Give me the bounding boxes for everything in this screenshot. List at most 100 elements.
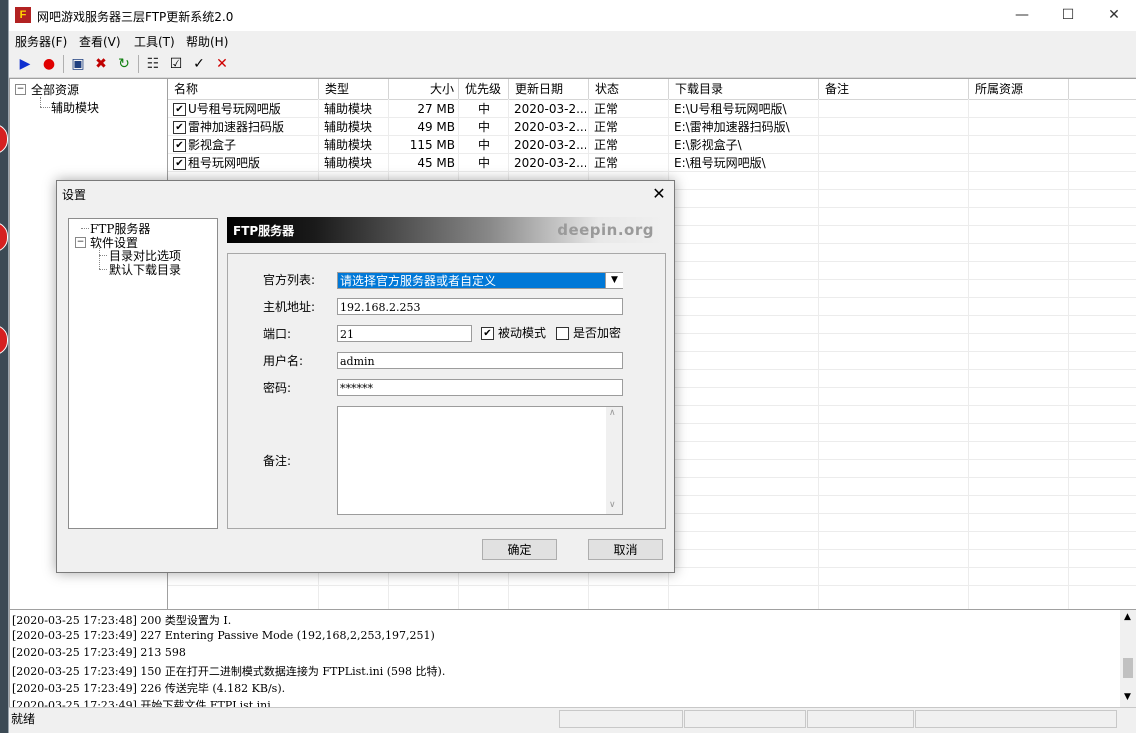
status-pane <box>559 710 683 728</box>
settings-tree[interactable]: FTP服务器 − 软件设置 目录对比选项 默认下载目录 <box>68 218 218 529</box>
column-header-name[interactable]: 名称 <box>168 79 319 99</box>
ok-button[interactable]: 确定 <box>482 539 557 560</box>
row-checkbox[interactable]: ✔ <box>173 157 186 170</box>
tree-collapse-icon[interactable]: − <box>15 84 26 95</box>
deepin-logo: deepin.org <box>557 221 654 239</box>
scrollbar-thumb[interactable] <box>1123 658 1133 678</box>
menu-tools[interactable]: 工具(T) <box>134 33 175 50</box>
scroll-down-arrow-icon[interactable]: ∨ <box>609 500 616 510</box>
cell-status: 正常 <box>594 120 619 134</box>
row-checkbox[interactable]: ✔ <box>173 139 186 152</box>
cell-name[interactable]: 租号玩网吧版 <box>188 154 316 172</box>
dialog-title: 设置 <box>62 188 87 202</box>
row-checkbox[interactable]: ✔ <box>173 103 186 116</box>
encrypt-label: 是否加密 <box>573 326 622 340</box>
username-field[interactable]: admin <box>337 352 623 369</box>
tree-collapse-icon[interactable]: − <box>75 237 86 248</box>
column-header-type[interactable]: 类型 <box>319 79 389 99</box>
tree-root-all-resources[interactable]: 全部资源 <box>31 81 79 98</box>
checklist-icon[interactable]: ✓ <box>190 55 208 73</box>
cell-date: 2020-03-2... <box>514 102 586 116</box>
cell-size: 115 MB <box>409 138 455 152</box>
maximize-button[interactable]: ☐ <box>1045 0 1091 31</box>
column-header-status[interactable]: 状态 <box>589 79 669 99</box>
play-icon[interactable]: ▶ <box>16 55 34 73</box>
close-button[interactable]: ✕ <box>1091 0 1137 31</box>
tree-connector <box>40 107 50 108</box>
row-checkbox[interactable]: ✔ <box>173 121 186 134</box>
log-scrollbar[interactable]: ▲ ▼ <box>1120 610 1137 707</box>
status-pane <box>807 710 914 728</box>
cell-priority: 中 <box>477 156 490 170</box>
password-field[interactable]: ****** <box>337 379 623 396</box>
status-pane <box>915 710 1117 728</box>
properties-icon[interactable]: ☷ <box>144 55 162 73</box>
grid-line <box>818 99 819 609</box>
grid-line <box>168 585 1138 586</box>
menu-help[interactable]: 帮助(H) <box>186 33 228 50</box>
note-textarea[interactable] <box>337 406 623 515</box>
refresh-icon[interactable]: ↻ <box>115 55 133 73</box>
tree-connector <box>99 248 100 269</box>
desktop-app-badge <box>0 222 8 252</box>
column-header-size[interactable]: 大小 <box>389 79 459 99</box>
disconnect-icon[interactable]: ✖ <box>92 55 110 73</box>
banner-title: FTP服务器 <box>233 224 295 238</box>
note-label: 备注: <box>263 454 292 468</box>
delete-icon[interactable]: ✕ <box>213 55 231 73</box>
cell-name[interactable]: 雷神加速器扫码版 <box>188 118 316 136</box>
cell-size: 49 MB <box>417 120 455 134</box>
official-list-select[interactable]: 请选择官方服务器或者自定义 <box>337 272 623 289</box>
check-icon[interactable]: ☑ <box>167 55 185 73</box>
menu-view[interactable]: 查看(V) <box>79 33 121 50</box>
cell-date: 2020-03-2... <box>514 138 586 152</box>
server-icon[interactable]: ▣ <box>69 55 87 73</box>
cell-note <box>824 136 966 154</box>
note-scrollbar[interactable]: ∧ ∨ <box>606 407 622 514</box>
tree-connector <box>81 228 89 229</box>
password-label: 密码: <box>263 381 292 395</box>
grid-line <box>968 99 969 609</box>
column-header-download-dir[interactable]: 下载目录 <box>669 79 819 99</box>
status-bar: 就绪 <box>9 707 1137 728</box>
cancel-button[interactable]: 取消 <box>588 539 663 560</box>
ftp-server-form: 官方列表: 请选择官方服务器或者自定义 ▼ 主机地址: 192.168.2.25… <box>227 253 666 529</box>
menu-bar: 服务器(F) 查看(V) 工具(T) 帮助(H) <box>9 31 1137 51</box>
log-line: [2020-03-25 17:23:49] 213 598 <box>12 646 186 659</box>
column-header-date[interactable]: 更新日期 <box>509 79 589 99</box>
minimize-button[interactable]: — <box>999 0 1045 31</box>
column-header-note[interactable]: 备注 <box>819 79 969 99</box>
log-line: [2020-03-25 17:23:49] 226 传送完毕 (4.182 KB… <box>12 682 286 695</box>
record-icon[interactable]: ● <box>40 55 58 73</box>
chevron-down-icon[interactable]: ▼ <box>605 273 623 288</box>
column-header-resource[interactable]: 所属资源 <box>969 79 1069 99</box>
desktop-left-edge <box>0 0 8 733</box>
port-field[interactable]: 21 <box>337 325 472 342</box>
status-text: 就绪 <box>11 712 36 726</box>
column-header-priority[interactable]: 优先级 <box>459 79 509 99</box>
cell-priority: 中 <box>477 138 490 152</box>
dialog-close-icon[interactable]: ✕ <box>647 182 671 206</box>
toolbar-separator <box>63 55 64 73</box>
scroll-up-arrow-icon[interactable]: ▲ <box>1124 612 1131 622</box>
cell-name[interactable]: 影视盒子 <box>188 136 316 154</box>
host-field[interactable]: 192.168.2.253 <box>337 298 623 315</box>
menu-server[interactable]: 服务器(F) <box>15 33 67 50</box>
settings-tree-default-download-dir[interactable]: 默认下载目录 <box>109 261 181 278</box>
desktop-app-badge <box>0 325 8 355</box>
scroll-down-arrow-icon[interactable]: ▼ <box>1124 692 1131 702</box>
cell-name[interactable]: U号租号玩网吧版 <box>188 100 316 118</box>
cell-type: 辅助模块 <box>324 138 373 152</box>
cell-download-dir: E:\雷神加速器扫码版\ <box>674 120 790 134</box>
settings-dialog: 设置 ✕ FTP服务器 − 软件设置 目录对比选项 默认下载目录 FTP服务器 … <box>56 180 675 573</box>
tree-item-aux-module[interactable]: 辅助模块 <box>51 99 99 116</box>
cell-note <box>824 118 966 136</box>
scroll-up-arrow-icon[interactable]: ∧ <box>609 408 616 418</box>
cell-download-dir: E:\U号租号玩网吧版\ <box>674 102 787 116</box>
log-panel[interactable]: [2020-03-25 17:23:48] 200 类型设置为 I. [2020… <box>9 609 1139 708</box>
username-label: 用户名: <box>263 354 304 368</box>
cell-download-dir: E:\租号玩网吧版\ <box>674 156 766 170</box>
passive-mode-checkbox[interactable]: ✔ <box>481 327 494 340</box>
encrypt-checkbox[interactable] <box>556 327 569 340</box>
settings-banner: FTP服务器 deepin.org <box>227 217 664 243</box>
